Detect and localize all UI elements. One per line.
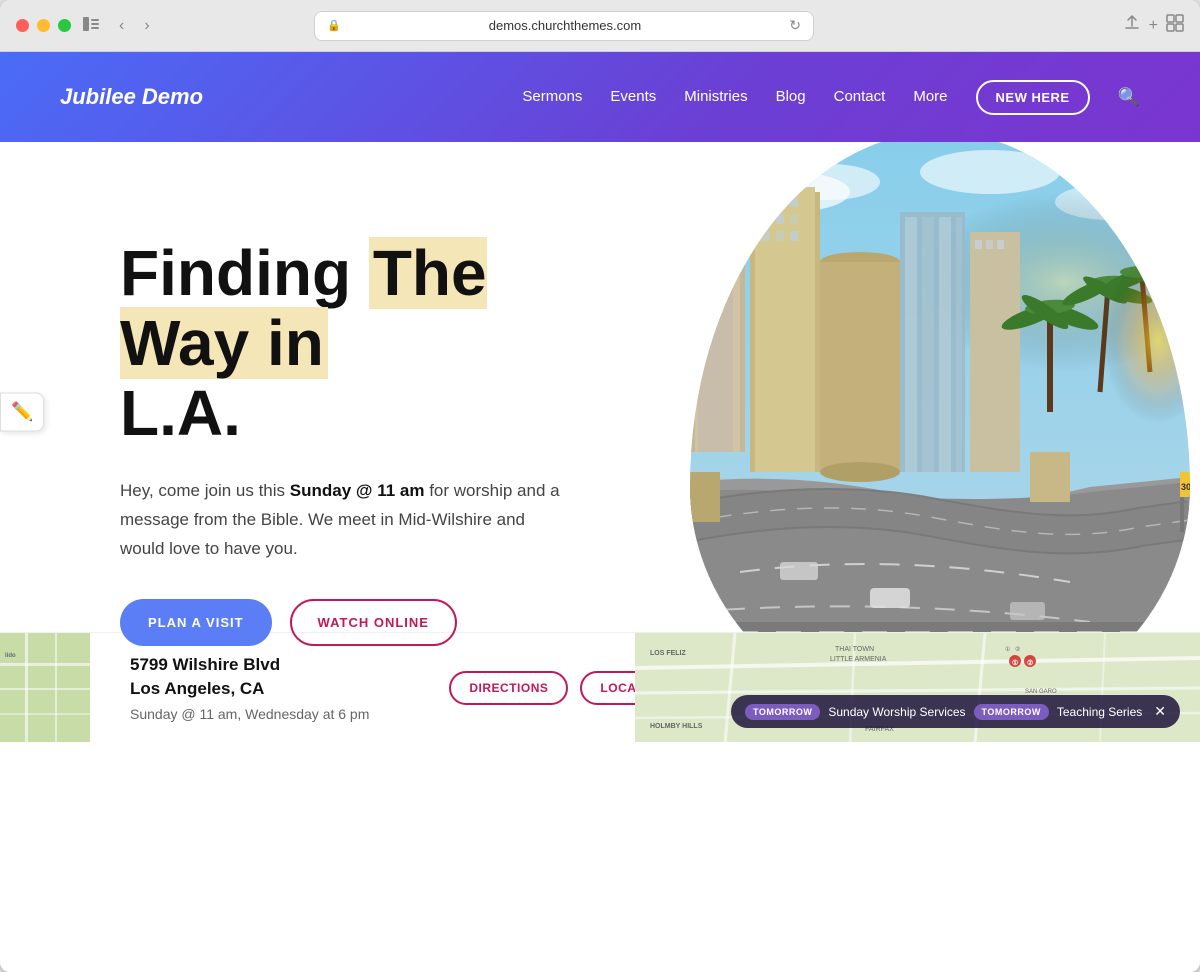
hero-bold-text: Sunday @ 11 am xyxy=(290,481,425,500)
footer-address: 5799 Wilshire Blvd Los Angeles, CA Sunda… xyxy=(130,653,369,723)
address-city: Los Angeles, CA xyxy=(130,677,369,701)
share-button[interactable] xyxy=(1123,14,1141,37)
hero-section: ✏️ Finding The Way in L.A. Hey, come joi… xyxy=(0,142,1200,742)
close-button[interactable] xyxy=(16,19,29,32)
map-thumbnail-svg: lido xyxy=(0,633,90,742)
traffic-lights xyxy=(16,19,71,32)
nav-sermons[interactable]: Sermons xyxy=(522,88,582,105)
hero-title: Finding The Way in L.A. xyxy=(120,238,560,449)
lock-icon: 🔒 xyxy=(327,19,341,32)
plan-visit-button[interactable]: PLAN A VISIT xyxy=(120,599,272,646)
address-line1: 5799 Wilshire Blvd Los Angeles, CA xyxy=(130,653,369,701)
hero-content: Finding The Way in L.A. Hey, come join u… xyxy=(0,238,560,647)
svg-text:lido: lido xyxy=(5,653,16,659)
nav-events[interactable]: Events xyxy=(610,88,656,105)
browser-actions: + xyxy=(1123,14,1184,37)
notification-badge-2: TOMORROW xyxy=(974,704,1049,720)
notification-event-2: Teaching Series xyxy=(1057,705,1142,719)
edit-sidebar-button[interactable]: ✏️ xyxy=(0,393,44,432)
notification-badge-1: TOMORROW xyxy=(745,704,820,720)
main-navigation: Jubilee Demo Sermons Events Ministries B… xyxy=(0,52,1200,142)
svg-text:②: ② xyxy=(1015,646,1020,653)
svg-text:LITTLE ARMENIA: LITTLE ARMENIA xyxy=(830,656,887,663)
watch-online-button[interactable]: WATCH ONLINE xyxy=(290,599,457,646)
site-logo[interactable]: Jubilee Demo xyxy=(60,84,522,110)
svg-text:THAI TOWN: THAI TOWN xyxy=(835,646,874,653)
url-text: demos.churchthemes.com xyxy=(347,18,784,33)
svg-text:30: 30 xyxy=(1181,482,1190,492)
new-tab-button[interactable]: + xyxy=(1149,17,1158,35)
browser-titlebar: ‹ › 🔒 demos.churchthemes.com ↻ + xyxy=(0,0,1200,52)
hero-description: Hey, come join us this Sunday @ 11 am fo… xyxy=(120,477,560,564)
new-here-button[interactable]: NEW HERE xyxy=(976,80,1090,115)
maximize-button[interactable] xyxy=(58,19,71,32)
notification-bar: TOMORROW Sunday Worship Services TOMORRO… xyxy=(731,695,1180,728)
map-preview: lido xyxy=(0,633,90,742)
footer-bar: lido 5799 Wilshire Blvd Los Angeles, CA … xyxy=(0,632,1200,742)
address-bar[interactable]: 🔒 demos.churchthemes.com ↻ xyxy=(314,11,814,41)
address-street: 5799 Wilshire Blvd xyxy=(130,653,369,677)
directions-button[interactable]: DIRECTIONS xyxy=(449,671,568,705)
forward-button[interactable]: › xyxy=(140,15,153,37)
svg-text:HOLMBY HILLS: HOLMBY HILLS xyxy=(650,723,703,730)
svg-text:LOS FELIZ: LOS FELIZ xyxy=(650,650,687,657)
svg-text:①: ① xyxy=(1005,646,1010,653)
nav-contact[interactable]: Contact xyxy=(834,88,886,105)
website-content: Jubilee Demo Sermons Events Ministries B… xyxy=(0,52,1200,972)
svg-text:②: ② xyxy=(1027,659,1033,667)
map-section-right: LOS FELIZ THAI TOWN LITTLE ARMENIA ① ② H… xyxy=(635,633,1200,742)
schedule-text: Sunday @ 11 am, Wednesday at 6 pm xyxy=(130,706,369,722)
hero-buttons: PLAN A VISIT WATCH ONLINE xyxy=(120,599,560,646)
search-icon[interactable]: 🔍 xyxy=(1118,87,1140,107)
nav-ministries[interactable]: Ministries xyxy=(684,88,747,105)
nav-blog[interactable]: Blog xyxy=(776,88,806,105)
notification-event-1: Sunday Worship Services xyxy=(828,705,965,719)
back-button[interactable]: ‹ xyxy=(115,15,128,37)
nav-more[interactable]: More xyxy=(913,88,947,105)
reload-icon[interactable]: ↻ xyxy=(789,17,801,34)
hero-title-line2: L.A. xyxy=(120,377,241,449)
notification-close-button[interactable]: ✕ xyxy=(1154,703,1166,720)
grid-button[interactable] xyxy=(1166,14,1184,37)
nav-links-list: Sermons Events Ministries Blog Contact M… xyxy=(522,80,1140,115)
svg-text:①: ① xyxy=(1012,659,1018,667)
hero-highlight: The Way in xyxy=(120,237,487,379)
sidebar-toggle-button[interactable] xyxy=(83,17,99,34)
minimize-button[interactable] xyxy=(37,19,50,32)
